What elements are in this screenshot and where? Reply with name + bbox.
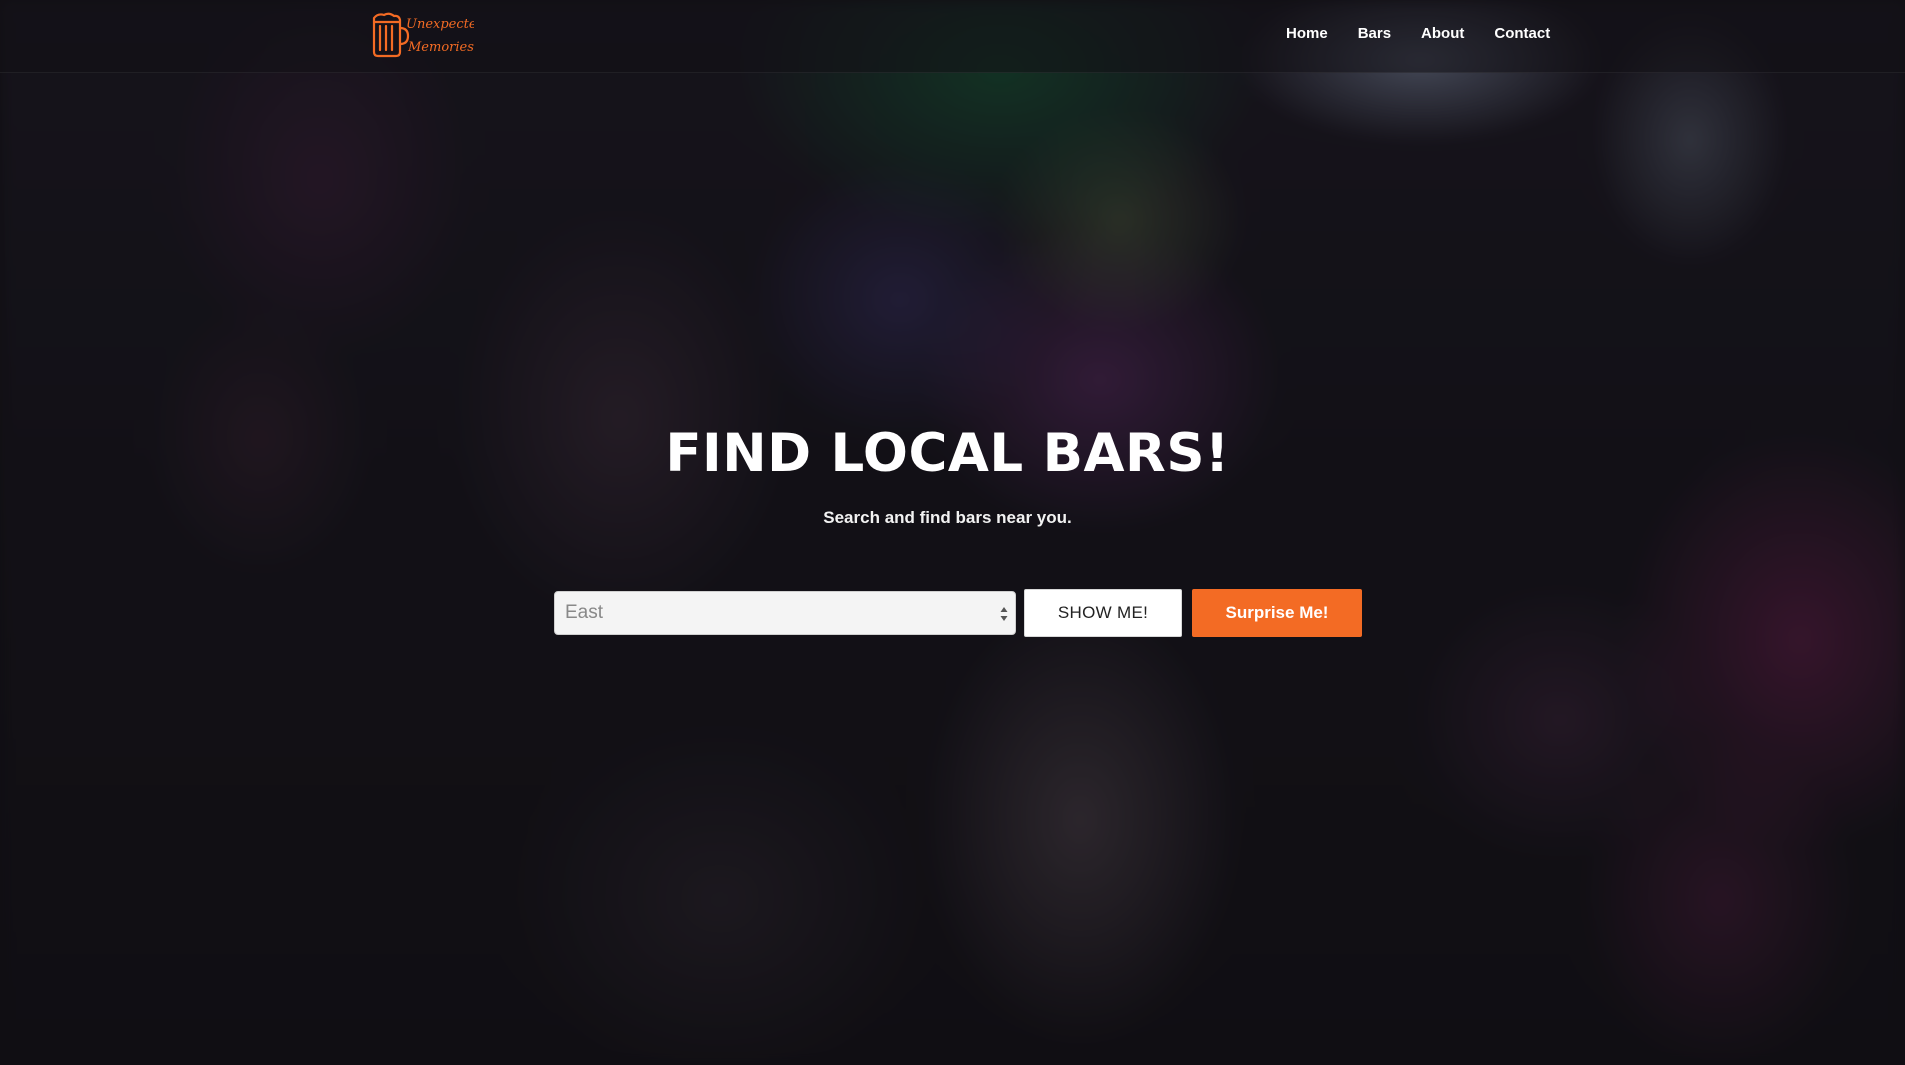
logo-text-line1: Unexpected	[406, 17, 474, 32]
show-me-button[interactable]: SHOW ME!	[1024, 589, 1182, 637]
area-select-value: East	[565, 602, 604, 623]
hero-overlay	[0, 0, 1905, 1065]
navbar: Unexpected Memories Home Bars About Cont…	[0, 0, 1905, 73]
nav-link-bars[interactable]: Bars	[1343, 24, 1406, 44]
hero-title: FIND LOCAL BARS!	[665, 423, 1230, 484]
logo-text-line2: Memories	[407, 40, 474, 55]
up-down-arrows-icon	[1000, 607, 1008, 621]
nav-link-home[interactable]: Home	[1271, 24, 1343, 44]
search-form: East SHOW ME! Surprise Me!	[554, 589, 1362, 637]
surprise-me-button[interactable]: Surprise Me!	[1192, 589, 1362, 637]
nav-menu: Home Bars About Contact	[1271, 24, 1565, 44]
nav-link-contact[interactable]: Contact	[1479, 24, 1565, 44]
hero-subtitle: Search and find bars near you.	[823, 508, 1072, 527]
nav-link-about[interactable]: About	[1406, 24, 1479, 44]
brand-logo-link[interactable]: Unexpected Memories	[370, 10, 485, 60]
page: Unexpected Memories Home Bars About Cont…	[0, 0, 1905, 1065]
hero-content: FIND LOCAL BARS! Search and find bars ne…	[0, 420, 1905, 529]
area-select[interactable]: East	[554, 591, 1016, 635]
beer-mug-icon: Unexpected Memories	[372, 12, 485, 58]
